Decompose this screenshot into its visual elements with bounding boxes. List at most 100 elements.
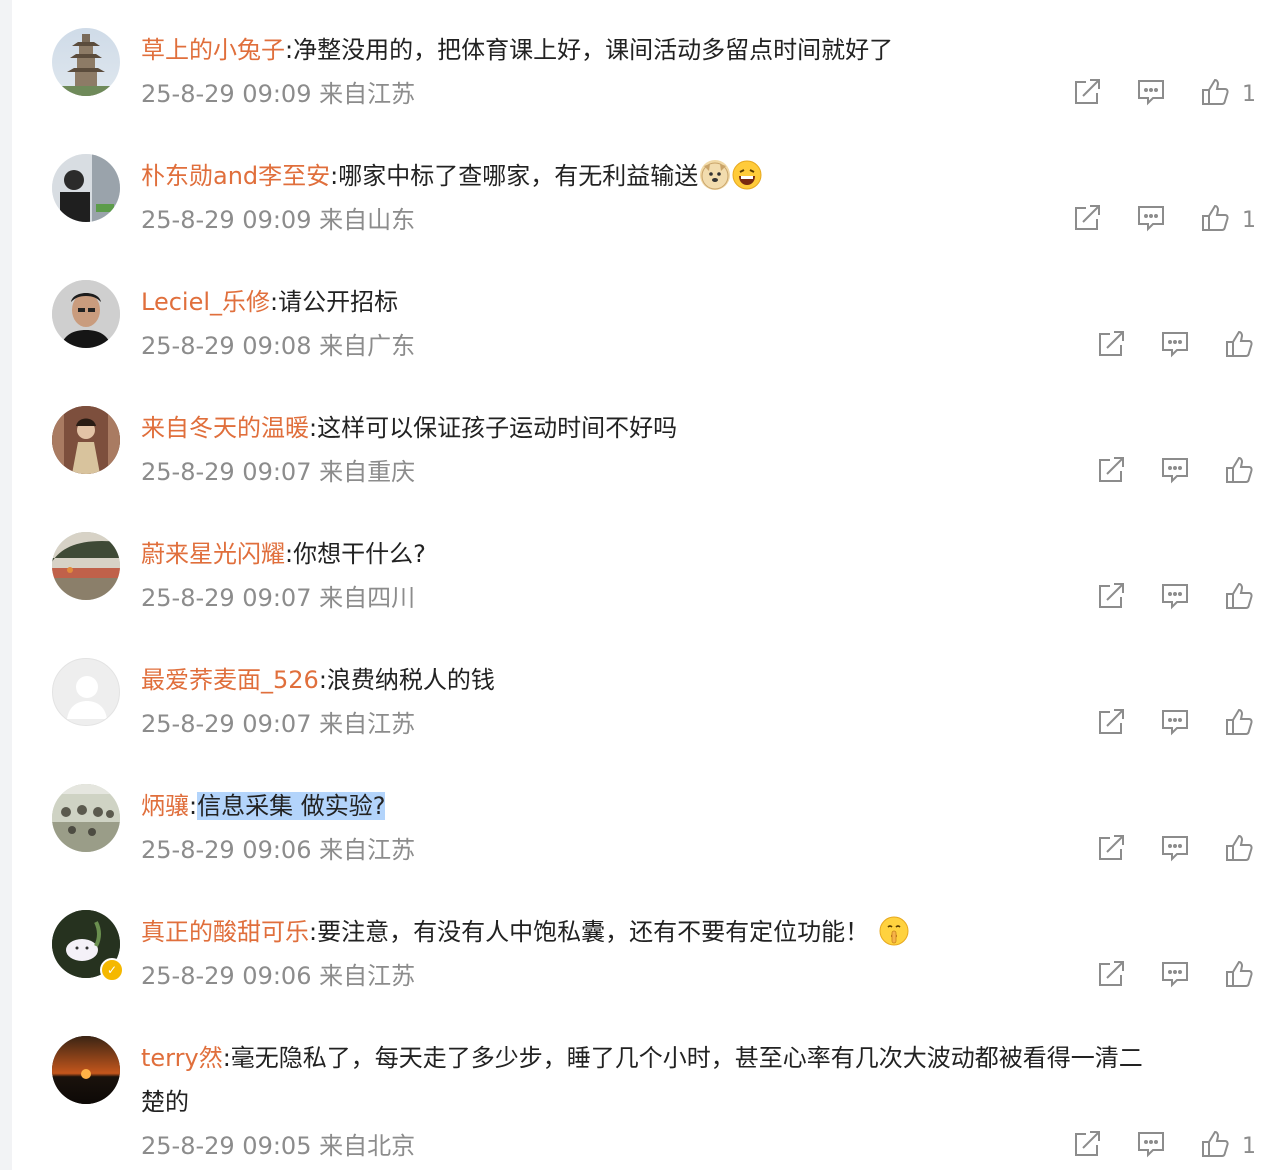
comment-text: 浪费纳税人的钱 [326,666,495,694]
reply-button[interactable] [1160,583,1190,613]
username-link[interactable]: 最爱荞麦面_526 [141,666,319,694]
comment-icon [1160,959,1190,993]
reply-button[interactable] [1136,205,1166,235]
like-icon [1224,455,1254,489]
comment-location: 来自江苏 [319,710,416,738]
comment-location: 来自山东 [319,206,416,234]
comment-actions: 1 [1038,1126,1256,1166]
comment-meta: 25-8-29 09:05 来自北京 [141,1128,415,1164]
comment-time: 25-8-29 09:07 [141,710,312,738]
like-button[interactable] [1200,1130,1230,1161]
comment-icon [1160,329,1190,363]
comment-actions [1062,830,1254,870]
like-button[interactable] [1224,959,1254,993]
like-icon [1224,959,1254,993]
share-button[interactable] [1072,205,1102,235]
comment-text-line: Leciel_乐修:请公开招标 [141,288,399,316]
share-button[interactable] [1072,79,1102,109]
like-button[interactable] [1200,77,1230,111]
comment-meta: 25-8-29 09:06 来自江苏 [141,832,415,868]
comment-meta: 25-8-29 09:09 来自江苏 [141,76,415,112]
comment-meta: 25-8-29 09:07 来自江苏 [141,706,415,742]
verified-badge-icon: ✓ [100,958,124,982]
comment-actions [1062,578,1254,618]
comment-actions [1062,704,1254,744]
avatar[interactable] [52,784,120,852]
like-count: 1 [1242,1133,1256,1159]
comment-location: 来自重庆 [319,458,416,486]
username-link[interactable]: 朴东勋and李至安 [141,162,330,190]
comment-time: 25-8-29 09:06 [141,962,312,990]
reply-button[interactable] [1160,961,1190,991]
comment-icon [1160,707,1190,741]
comment-actions [1062,452,1254,492]
like-button[interactable] [1224,581,1254,615]
comment-location: 来自四川 [319,584,416,612]
comment-text-line: 朴东勋and李至安:哪家中标了查哪家，有无利益输送 [141,154,1242,198]
avatar[interactable] [52,1036,120,1104]
avatar[interactable] [52,658,120,726]
share-icon [1096,707,1126,741]
like-icon [1200,77,1230,111]
avatar[interactable] [52,154,120,222]
like-icon [1224,833,1254,867]
username-link[interactable]: 蔚来星光闪耀 [141,540,285,568]
reply-button[interactable] [1160,331,1190,361]
comment-actions [1062,956,1254,996]
avatar[interactable] [52,28,120,96]
username-link[interactable]: 真正的酸甜可乐 [141,918,309,946]
reply-button[interactable] [1160,835,1190,865]
comment-icon [1160,833,1190,867]
like-button[interactable] [1224,707,1254,741]
share-icon [1072,203,1102,237]
share-icon [1072,1129,1102,1163]
reply-button[interactable] [1136,1131,1166,1161]
share-icon [1096,833,1126,867]
comment-location: 来自江苏 [319,962,416,990]
share-icon [1096,959,1126,993]
username-link[interactable]: 来自冬天的温暖 [141,414,309,442]
username-link[interactable]: 草上的小兔子 [141,36,285,64]
share-button[interactable] [1096,709,1126,739]
avatar[interactable] [52,532,120,600]
reply-button[interactable] [1136,79,1166,109]
share-button[interactable] [1096,835,1126,865]
comment-location: 来自江苏 [319,836,416,864]
comment-text: 要注意，有没有人中饱私囊，还有不要有定位功能！ [317,918,870,946]
comment-time: 25-8-29 09:07 [141,584,312,612]
share-button[interactable] [1096,331,1126,361]
comment-text: 净整没用的，把体育课上好，课间活动多留点时间就好了 [293,36,894,64]
avatar[interactable] [52,406,120,474]
comment-icon [1136,77,1166,111]
like-icon [1224,581,1254,615]
share-button[interactable] [1096,457,1126,487]
comment-time: 25-8-29 09:09 [141,206,312,234]
comment-text-line: 真正的酸甜可乐:要注意，有没有人中饱私囊，还有不要有定位功能！ [141,910,1242,954]
share-button[interactable] [1096,961,1126,991]
comment-location: 来自北京 [319,1132,416,1160]
reply-button[interactable] [1160,457,1190,487]
comment-icon [1160,455,1190,489]
share-icon [1072,77,1102,111]
share-button[interactable] [1096,583,1126,613]
avatar[interactable] [52,280,120,348]
like-button[interactable] [1224,833,1254,867]
share-button[interactable] [1072,1131,1102,1161]
comment-text-line: terry然:毫无隐私了，每天走了多少步，睡了几个小时，甚至心率有几次大波动都被… [141,1044,1143,1116]
like-icon [1224,707,1254,741]
like-icon [1224,329,1254,363]
comment-text-continued: 楚的 [141,1088,189,1116]
username-link[interactable]: Leciel_乐修 [141,288,270,316]
share-icon [1096,329,1126,363]
like-count: 1 [1242,81,1256,107]
reply-button[interactable] [1160,709,1190,739]
like-button[interactable] [1224,455,1254,489]
like-button[interactable] [1200,204,1230,235]
username-link[interactable]: 炳骧 [141,792,189,820]
comment-text: 哪家中标了查哪家，有无利益输送 [338,162,699,190]
username-link[interactable]: terry然 [141,1044,223,1072]
comment-text-selected: 信息采集 做实验? [197,792,386,820]
like-button[interactable] [1224,329,1254,363]
comment-actions: 1 [1038,74,1256,114]
comment-icon [1160,581,1190,615]
